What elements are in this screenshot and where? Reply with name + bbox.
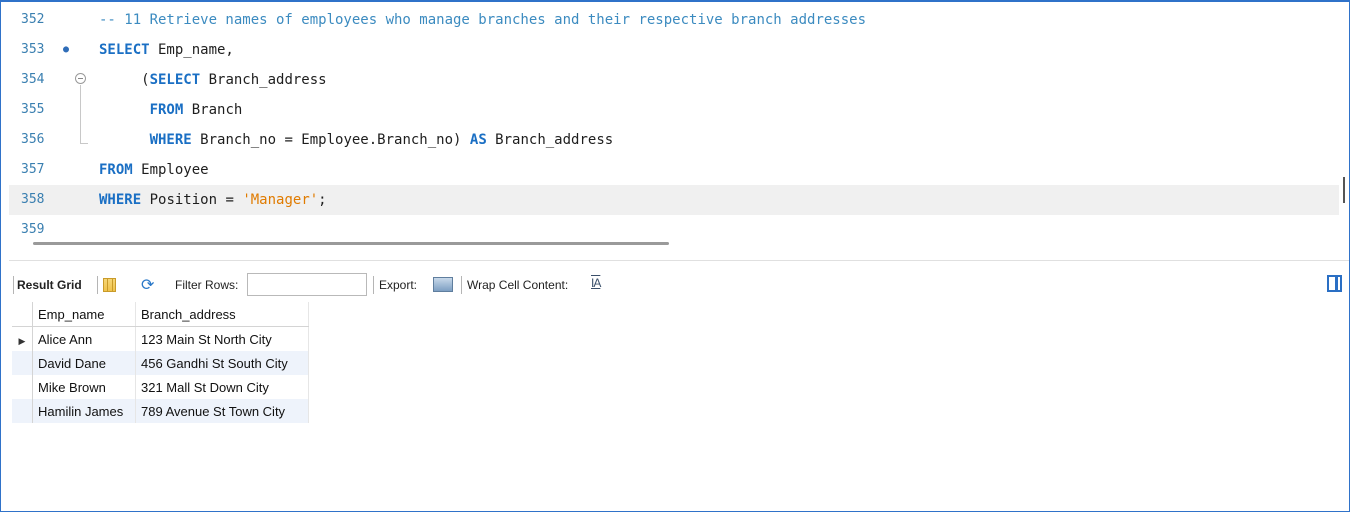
sql-token: ; bbox=[318, 192, 327, 208]
side-panel-toggle-icon[interactable] bbox=[1327, 275, 1342, 292]
editor-horizontal-scrollbar[interactable] bbox=[33, 242, 669, 245]
export-label: Export: bbox=[379, 278, 418, 292]
sql-token: Branch_address bbox=[200, 72, 327, 88]
sql-token: Branch_no = Employee.Branch_no) bbox=[191, 132, 470, 148]
filter-rows-label: Filter Rows: bbox=[175, 278, 239, 292]
cell-emp-name[interactable]: Hamilin James bbox=[32, 399, 136, 423]
fold-guide-end bbox=[80, 143, 88, 144]
code-line[interactable]: 353 ● SELECT Emp_name, bbox=[9, 35, 1339, 65]
wrap-cell-content-label: Wrap Cell Content: bbox=[467, 278, 569, 292]
app-frame: 359 358 WHERE Position = 'Manager'; 357 FROM… bbox=[0, 0, 1350, 512]
row-header bbox=[12, 375, 33, 399]
row-header bbox=[12, 351, 33, 375]
fold-guide bbox=[80, 85, 81, 143]
code-line[interactable]: 354 (SELECT Branch_address bbox=[9, 65, 1339, 95]
cell-branch-address[interactable]: 789 Avenue St Town City bbox=[135, 399, 309, 423]
toolbar-separator bbox=[97, 276, 98, 294]
row-header-corner bbox=[12, 302, 33, 327]
line-number: 352 bbox=[21, 12, 45, 27]
sql-keyword: SELECT bbox=[99, 42, 150, 58]
result-grid-tab[interactable]: Result Grid bbox=[17, 270, 82, 300]
sql-keyword: WHERE bbox=[99, 192, 142, 208]
wrap-cell-content-icon[interactable]: IA bbox=[591, 276, 601, 290]
sql-token: Branch_address bbox=[486, 132, 614, 148]
table-row[interactable]: David Dane 456 Gandhi St South City bbox=[12, 351, 309, 375]
code-line[interactable]: 357 FROM Employee bbox=[9, 155, 1339, 185]
toolbar-separator bbox=[13, 276, 14, 294]
table-row[interactable]: Mike Brown 321 Mall St Down City bbox=[12, 375, 309, 399]
fold-toggle-icon[interactable] bbox=[75, 73, 86, 84]
sql-string: 'Manager' bbox=[242, 192, 319, 208]
cell-emp-name[interactable]: Alice Ann bbox=[32, 326, 136, 351]
line-number: 358 bbox=[21, 192, 45, 207]
sql-token: ( bbox=[99, 72, 150, 88]
code-text: WHERE Branch_no = Employee.Branch_no) AS… bbox=[99, 125, 614, 155]
code-line[interactable]: 356 WHERE Branch_no = Employee.Branch_no… bbox=[9, 125, 1339, 155]
code-text: (SELECT Branch_address bbox=[99, 65, 327, 95]
cell-branch-address[interactable]: 456 Gandhi St South City bbox=[135, 351, 309, 375]
sql-keyword: AS bbox=[469, 132, 487, 148]
code-line[interactable]: 359 bbox=[9, 215, 1339, 235]
code-text: FROM Branch bbox=[99, 95, 243, 125]
table-row[interactable]: ▶ Alice Ann 123 Main St North City bbox=[12, 326, 309, 351]
sql-token: Emp_name, bbox=[149, 42, 234, 58]
toolbar-separator bbox=[461, 276, 462, 294]
export-icon[interactable] bbox=[433, 277, 453, 292]
code-text: FROM Employee bbox=[99, 155, 209, 185]
code-text: -- 11 Retrieve names of employees who ma… bbox=[99, 5, 866, 35]
code-line[interactable]: 352 -- 11 Retrieve names of employees who… bbox=[9, 5, 1339, 35]
row-pointer-icon: ▶ bbox=[12, 326, 33, 351]
sql-keyword: SELECT bbox=[149, 72, 201, 88]
refresh-icon[interactable]: ⟳ bbox=[141, 275, 154, 295]
sql-keyword: FROM bbox=[99, 162, 133, 178]
sql-token: Position = bbox=[141, 192, 243, 208]
statement-marker-icon: ● bbox=[63, 44, 70, 55]
column-header-emp-name[interactable]: Emp_name bbox=[32, 302, 136, 327]
sql-token: Employee bbox=[132, 162, 209, 178]
result-grid: Emp_name Branch_address ▶ Alice Ann 123 … bbox=[12, 302, 309, 423]
line-number: 354 bbox=[21, 72, 45, 87]
sql-comment: -- 11 Retrieve names of employees who ma… bbox=[99, 12, 867, 28]
result-toolbar: Result Grid ⟳ Filter Rows: Export: Wrap … bbox=[11, 270, 1347, 300]
code-text: WHERE Position = 'Manager'; bbox=[99, 185, 327, 215]
filter-rows-input[interactable] bbox=[247, 273, 367, 296]
toolbar-separator bbox=[373, 276, 374, 294]
code-line[interactable]: 355 FROM Branch bbox=[9, 95, 1339, 125]
sql-keyword: WHERE bbox=[149, 132, 192, 148]
column-header-branch-address[interactable]: Branch_address bbox=[135, 302, 309, 327]
row-header bbox=[12, 399, 33, 423]
cell-branch-address[interactable]: 321 Mall St Down City bbox=[135, 375, 309, 399]
code-line[interactable]: 358 WHERE Position = 'Manager'; bbox=[9, 185, 1339, 215]
line-number: 359 bbox=[21, 222, 45, 235]
line-number: 353 bbox=[21, 42, 45, 57]
line-number: 355 bbox=[21, 102, 45, 117]
code-text: SELECT Emp_name, bbox=[99, 35, 234, 65]
table-row[interactable]: Hamilin James 789 Avenue St Town City bbox=[12, 399, 309, 423]
cell-branch-address[interactable]: 123 Main St North City bbox=[135, 326, 309, 351]
editor-results-divider bbox=[9, 260, 1349, 261]
sql-token: Branch bbox=[183, 102, 243, 118]
sql-editor[interactable]: 359 358 WHERE Position = 'Manager'; 357 FROM… bbox=[9, 5, 1349, 235]
sql-keyword: FROM bbox=[149, 102, 184, 118]
editor-vertical-scrollbar[interactable] bbox=[1343, 177, 1345, 203]
cell-emp-name[interactable]: Mike Brown bbox=[32, 375, 136, 399]
line-number: 357 bbox=[21, 162, 45, 177]
cell-emp-name[interactable]: David Dane bbox=[32, 351, 136, 375]
line-number: 356 bbox=[21, 132, 45, 147]
grid-view-icon[interactable] bbox=[103, 278, 116, 292]
